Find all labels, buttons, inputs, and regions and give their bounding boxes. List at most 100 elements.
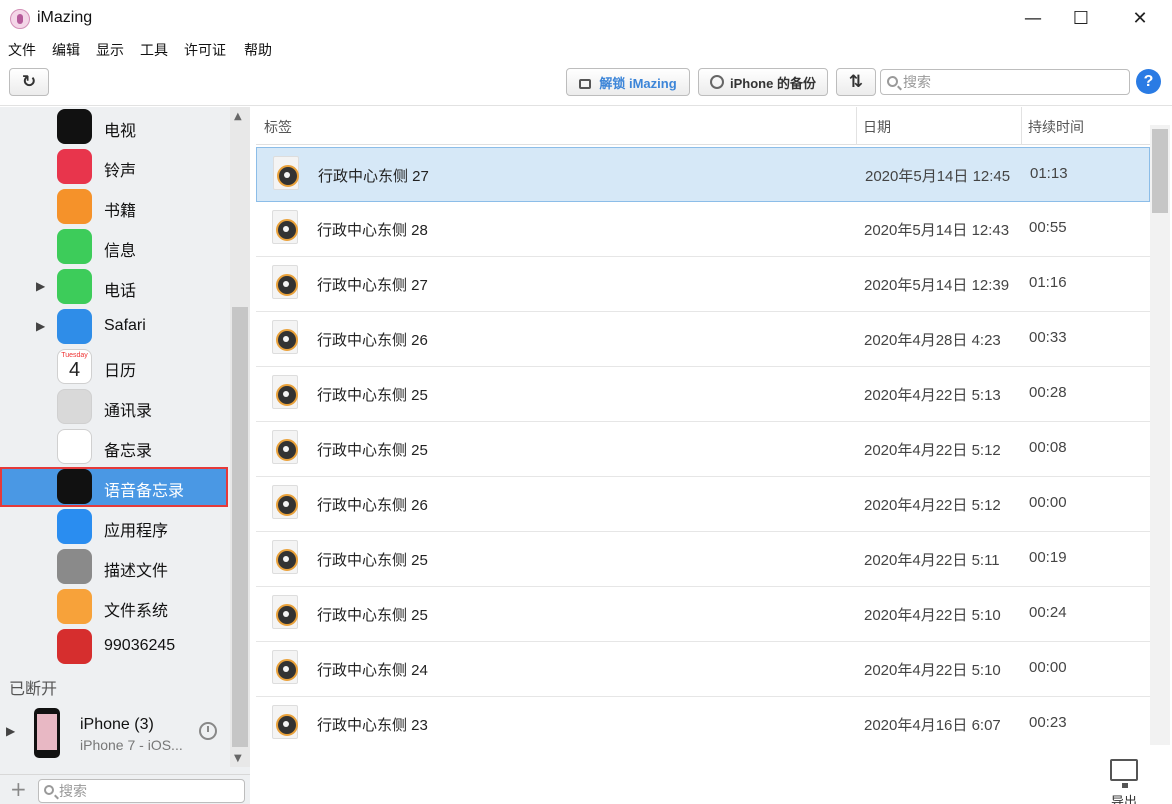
refresh-button[interactable]: ↻ [9, 68, 49, 96]
sidebar-item-label: 电视 [104, 123, 137, 140]
column-divider[interactable] [856, 107, 857, 145]
backup-label: iPhone 的备份 [730, 75, 816, 91]
table-row[interactable]: 行政中心东侧 25 2020年4月22日 5:13 00:28 [256, 367, 1150, 422]
table-row[interactable]: 行政中心东侧 24 2020年4月22日 5:10 00:00 [256, 642, 1150, 697]
sidebar-item[interactable]: 文件系统 [0, 587, 228, 627]
export-button[interactable]: 导出 [1104, 757, 1144, 804]
sidebar-item[interactable]: 99036245 [0, 627, 228, 667]
sidebar-search-input[interactable] [59, 782, 239, 800]
sidebar-item-label: 电话 [104, 283, 137, 300]
expand-arrow-icon[interactable]: ▶ [6, 724, 15, 738]
list-scrollbar[interactable] [1150, 125, 1170, 745]
search-box[interactable] [880, 69, 1130, 95]
list-scroll-thumb[interactable] [1152, 129, 1168, 213]
table-row[interactable]: 行政中心东侧 23 2020年4月16日 6:07 00:23 [256, 697, 1150, 747]
menu-edit[interactable]: 编辑 [52, 40, 80, 60]
menu-license[interactable]: 许可证 [184, 40, 226, 60]
sidebar-item-label: 语音备忘录 [104, 483, 185, 500]
menu-tools[interactable]: 工具 [140, 40, 168, 60]
help-button[interactable]: ? [1136, 69, 1161, 94]
memo-label: 行政中心东侧 25 [317, 607, 428, 624]
memo-label: 行政中心东侧 28 [317, 222, 428, 239]
iphone-backup-button[interactable]: iPhone 的备份 [698, 68, 828, 96]
unlock-imazing-button[interactable]: 解锁 iMazing [566, 68, 690, 96]
sidebar-item-label: 描述文件 [104, 563, 169, 580]
memo-date: 2020年4月22日 5:13 [864, 387, 1001, 404]
memo-label: 行政中心东侧 26 [317, 497, 428, 514]
refresh-icon: ↻ [21, 72, 37, 92]
table-row[interactable]: 行政中心东侧 27 2020年5月14日 12:39 01:16 [256, 257, 1150, 312]
scroll-down-icon[interactable]: ▼ [234, 753, 242, 764]
audio-file-icon [272, 265, 298, 299]
column-divider[interactable] [1021, 107, 1022, 145]
transfer-button[interactable]: ⇅ [836, 68, 876, 96]
audio-file-icon [273, 156, 299, 190]
column-header: 标签 日期 持续时间 [256, 107, 1150, 145]
sidebar-item[interactable]: 通讯录 [0, 387, 228, 427]
sidebar-item[interactable]: 电视 [0, 107, 228, 147]
audio-file-icon [272, 320, 298, 354]
memo-label: 行政中心东侧 25 [317, 552, 428, 569]
menu-view[interactable]: 显示 [96, 40, 124, 60]
app-store-icon [57, 509, 92, 544]
memo-duration: 00:55 [1029, 219, 1067, 236]
device-iphone[interactable]: ▶ iPhone (3) iPhone 7 - iOS... [0, 700, 228, 764]
table-row[interactable]: 行政中心东侧 28 2020年5月14日 12:43 00:55 [256, 202, 1150, 257]
scroll-up-icon[interactable]: ▲ [234, 111, 242, 122]
search-input[interactable] [903, 72, 1123, 92]
table-row[interactable]: 行政中心东侧 25 2020年4月22日 5:10 00:24 [256, 587, 1150, 642]
sidebar-search-box[interactable] [38, 779, 245, 803]
close-button[interactable]: ✕ [1117, 4, 1163, 34]
add-icon[interactable]: + [10, 777, 27, 801]
export-label: 导出 [1110, 794, 1137, 804]
contacts-icon [57, 389, 92, 424]
maximize-button[interactable]: ☐ [1058, 4, 1104, 34]
memo-date: 2020年4月22日 5:12 [864, 442, 1001, 459]
voice-memos-icon [57, 469, 92, 504]
sidebar-item-label: 信息 [104, 243, 137, 260]
sidebar-item[interactable]: ▶ Safari [0, 307, 228, 347]
sidebar-item[interactable]: 语音备忘录 [0, 467, 228, 507]
iphone-device-icon [34, 708, 60, 758]
audio-file-icon [272, 705, 298, 739]
memo-date: 2020年5月14日 12:45 [865, 168, 1011, 185]
sidebar-item[interactable]: 铃声 [0, 147, 228, 187]
column-duration[interactable]: 持续时间 [1028, 117, 1084, 137]
expand-arrow-icon[interactable]: ▶ [36, 279, 45, 293]
sidebar-item[interactable]: 信息 [0, 227, 228, 267]
sidebar-item-label: 书籍 [104, 203, 137, 220]
minimize-button[interactable]: — [1010, 4, 1056, 34]
sidebar: 电视铃声书籍信息 ▶ 电话 ▶ Safari Tuesday 4 日历 通讯录备忘录语音备忘录应… [0, 107, 250, 804]
memo-duration: 01:13 [1030, 165, 1068, 182]
sidebar-item[interactable]: Tuesday 4 日历 [0, 347, 228, 387]
toolbar: ↻ 解锁 iMazing iPhone 的备份 ⇅ ? [0, 60, 1172, 106]
sidebar-scroll-thumb[interactable] [232, 307, 248, 747]
table-row[interactable]: 行政中心东侧 25 2020年4月22日 5:11 00:19 [256, 532, 1150, 587]
sidebar-item[interactable]: 应用程序 [0, 507, 228, 547]
messages-icon [57, 229, 92, 264]
table-row[interactable]: 行政中心东侧 26 2020年4月22日 5:12 00:00 [256, 477, 1150, 532]
sidebar-item-label: 铃声 [104, 163, 137, 180]
search-icon [887, 76, 898, 87]
table-row[interactable]: 行政中心东侧 25 2020年4月22日 5:12 00:08 [256, 422, 1150, 477]
search-icon [44, 785, 54, 795]
table-row[interactable]: 行政中心东侧 26 2020年4月28日 4:23 00:33 [256, 312, 1150, 367]
column-label[interactable]: 标签 [264, 117, 292, 137]
expand-arrow-icon[interactable]: ▶ [36, 319, 45, 333]
sidebar-item[interactable]: 描述文件 [0, 547, 228, 587]
sidebar-item-label: 备忘录 [104, 443, 153, 460]
memo-label: 行政中心东侧 23 [317, 717, 428, 734]
menu-file[interactable]: 文件 [8, 40, 36, 60]
table-row[interactable]: 行政中心东侧 27 2020年5月14日 12:45 01:13 [256, 147, 1150, 202]
device-backup-history-icon[interactable] [199, 722, 217, 740]
column-date[interactable]: 日期 [863, 117, 891, 137]
sidebar-scrollbar[interactable]: ▲ ▼ [230, 107, 250, 767]
notes-icon [57, 429, 92, 464]
lock-icon [579, 79, 592, 89]
menu-help[interactable]: 帮助 [244, 40, 272, 60]
sidebar-item[interactable]: 备忘录 [0, 427, 228, 467]
sidebar-item[interactable]: ▶ 电话 [0, 267, 228, 307]
sidebar-item[interactable]: 书籍 [0, 187, 228, 227]
audio-file-icon [272, 540, 298, 574]
file-system-icon [57, 589, 92, 624]
